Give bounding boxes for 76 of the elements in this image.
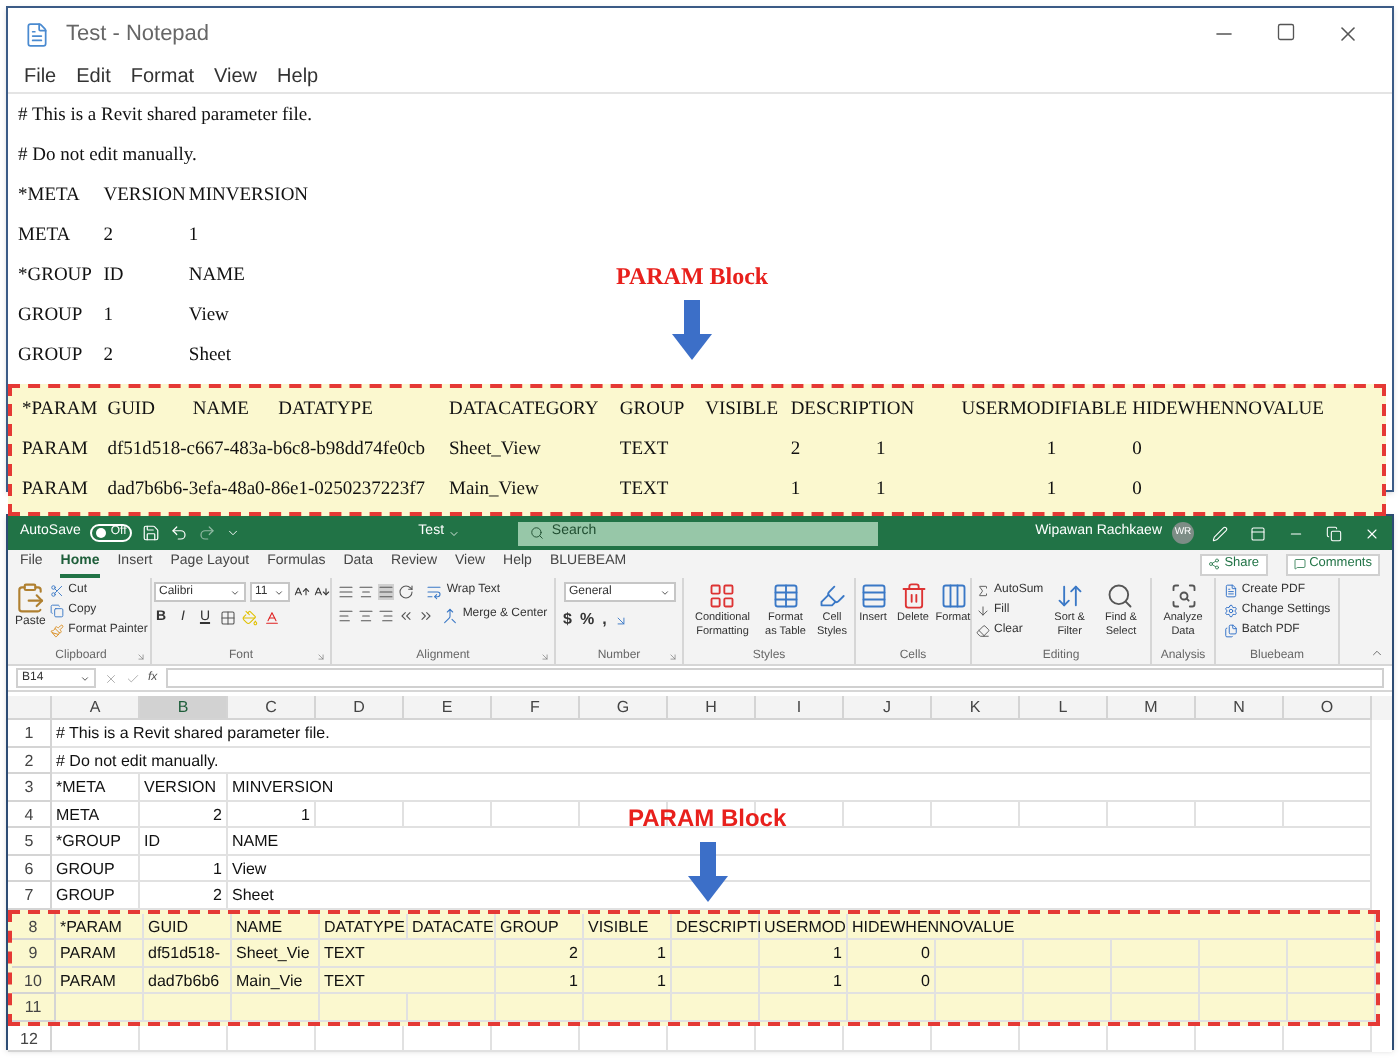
undo-icon[interactable] — [170, 524, 189, 542]
align-middle-icon[interactable] — [358, 583, 375, 599]
align-left-icon[interactable] — [338, 607, 355, 623]
number-style-button[interactable]: % — [579, 608, 595, 632]
ribbon-icon — [939, 582, 967, 610]
restore-icon[interactable] — [1326, 525, 1342, 541]
notepad-icon — [24, 21, 50, 47]
ribbon-display-icon[interactable] — [1250, 525, 1266, 541]
files-icon — [1223, 624, 1238, 638]
eraser-icon — [976, 624, 990, 638]
close-icon[interactable] — [1364, 525, 1380, 541]
annotation-label: PARAM Block — [616, 260, 769, 294]
pdf-icon — [1223, 584, 1238, 598]
autosum-icon — [976, 584, 990, 598]
increase-indent-icon[interactable] — [418, 607, 435, 623]
ribbon-icon — [708, 582, 737, 610]
align-bottom-icon[interactable] — [378, 583, 395, 599]
caret-icon — [659, 587, 669, 597]
number-style-button[interactable]: $ — [563, 608, 572, 632]
share-icon — [1208, 558, 1221, 570]
formula-input[interactable] — [165, 668, 1384, 688]
pen-icon[interactable] — [1212, 525, 1228, 541]
down-arrow — [687, 842, 728, 902]
align-top-icon[interactable] — [338, 583, 355, 599]
launcher-icon[interactable] — [540, 651, 550, 661]
column-header[interactable]: B — [140, 696, 228, 720]
menu-item[interactable]: File — [24, 61, 57, 91]
decrease-indent-icon[interactable] — [398, 607, 415, 623]
shrink-font-icon[interactable] — [313, 584, 329, 600]
caret-icon[interactable] — [448, 527, 461, 539]
ribbon-icon — [771, 582, 800, 610]
align-center-icon[interactable] — [358, 607, 375, 623]
down-arrow — [672, 300, 713, 360]
menu-item[interactable]: Edit — [76, 61, 111, 91]
grow-font-icon[interactable] — [293, 584, 309, 600]
ribbon-icon — [818, 582, 846, 610]
copy-icon — [50, 604, 65, 618]
orientation-icon[interactable] — [398, 583, 415, 599]
launcher-icon[interactable] — [668, 651, 678, 661]
close-icon[interactable] — [1336, 22, 1360, 46]
launcher-icon[interactable] — [136, 651, 146, 661]
paintbrush-icon — [50, 624, 65, 638]
settings-icon — [1223, 604, 1238, 618]
maximize-icon[interactable] — [1276, 22, 1296, 42]
collapse-ribbon-icon[interactable] — [1370, 646, 1384, 660]
align-right-icon[interactable] — [378, 607, 395, 623]
search-icon — [529, 526, 544, 540]
fill-color-icon[interactable] — [241, 610, 257, 627]
borders-icon[interactable] — [219, 610, 235, 627]
font-color-icon[interactable] — [263, 610, 279, 627]
ribbon-icon — [1169, 582, 1197, 610]
comment-icon — [1293, 558, 1306, 570]
row-header[interactable]: 12 — [8, 1025, 52, 1052]
menu-item[interactable]: Help — [277, 61, 319, 91]
merge-icon — [442, 607, 459, 623]
launcher-icon[interactable] — [316, 651, 326, 661]
customize-caret-icon[interactable] — [226, 526, 241, 540]
save-icon[interactable] — [142, 524, 161, 542]
cancel-icon[interactable] — [104, 671, 118, 685]
row-header[interactable]: 11 — [12, 994, 56, 1021]
ribbon-icon — [859, 582, 887, 610]
ribbon-icon — [1055, 582, 1084, 610]
scissors-icon — [50, 584, 65, 598]
caret-icon — [229, 587, 239, 597]
menu-item[interactable]: View — [214, 61, 258, 91]
increase-decimal-icon[interactable] — [614, 613, 629, 627]
caret-icon — [273, 587, 283, 597]
paste-icon — [14, 582, 47, 614]
window-title: Test - Notepad — [66, 19, 210, 50]
fill-icon — [976, 604, 990, 618]
menu-item[interactable]: Format — [130, 61, 195, 91]
wrap-icon — [426, 583, 443, 599]
caret-icon — [80, 673, 90, 683]
number-style-button[interactable]: , — [602, 608, 607, 632]
ribbon-icon — [1106, 582, 1135, 610]
ribbon-icon — [899, 582, 927, 610]
